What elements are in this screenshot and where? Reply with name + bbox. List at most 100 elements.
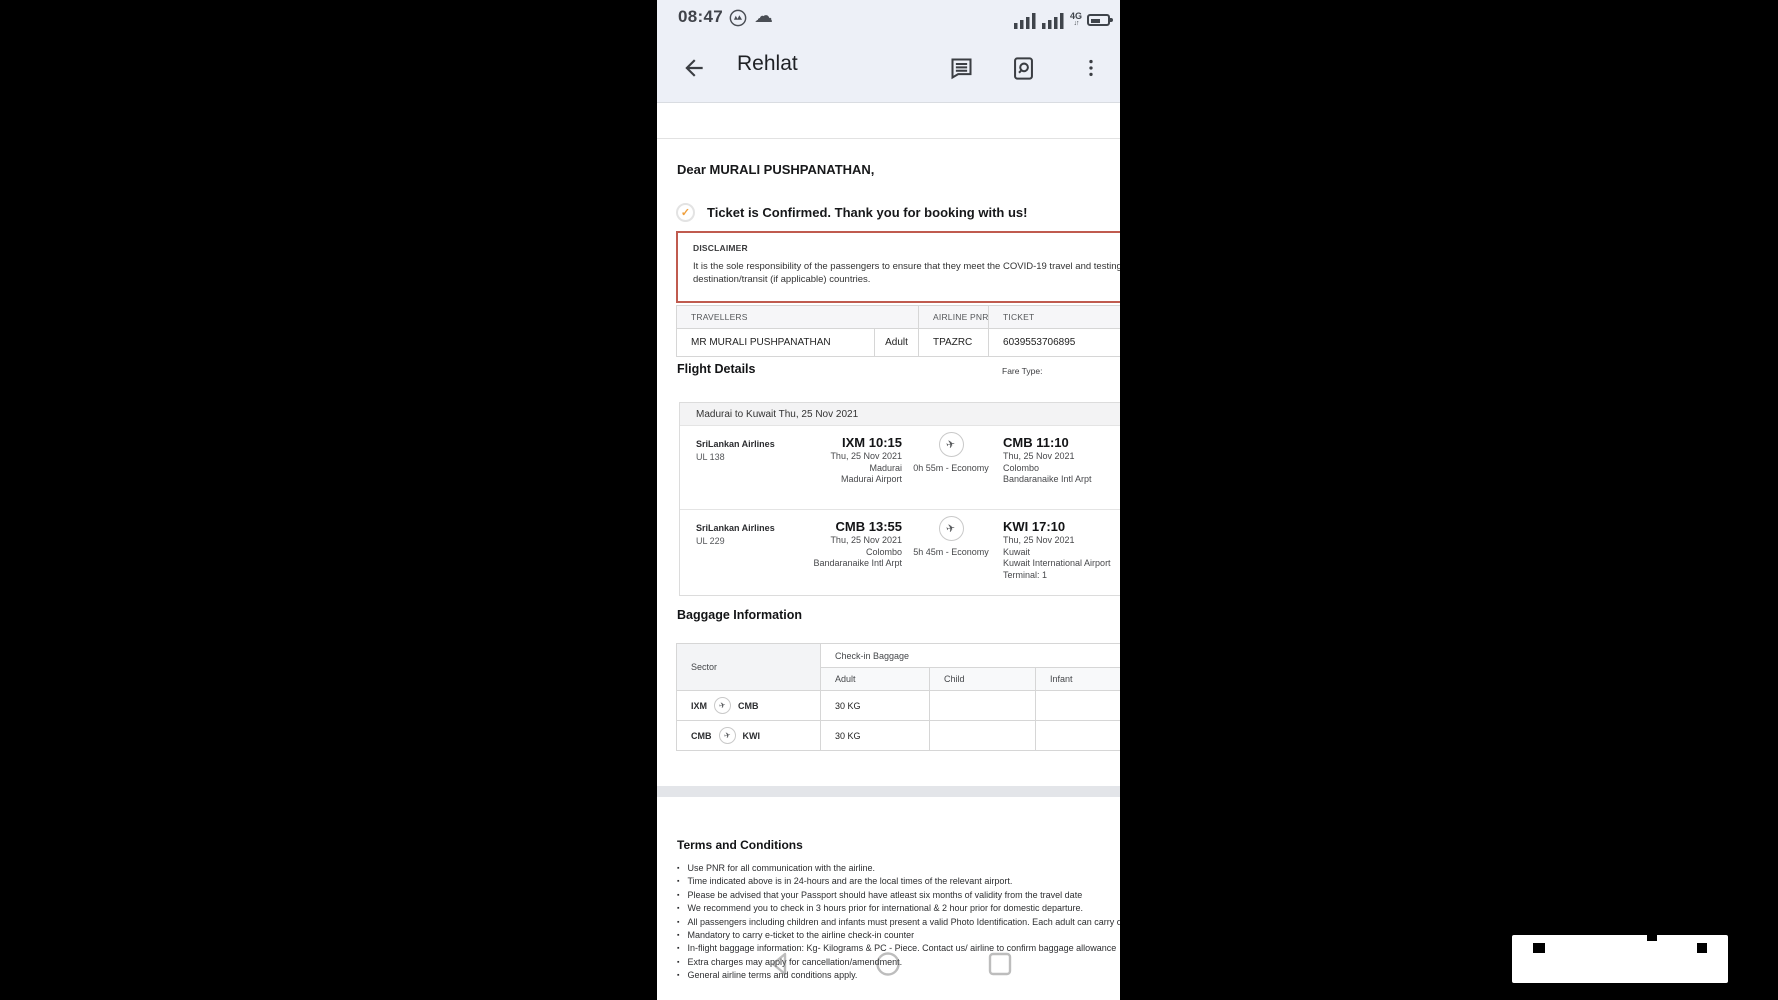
flight-details-heading: Flight Details bbox=[677, 362, 756, 376]
signal-icon-sim1 bbox=[1013, 13, 1036, 29]
adult-allowance: 30 KG bbox=[820, 720, 930, 751]
status-icons: 4G ↓↑ bbox=[1013, 7, 1113, 29]
departure-code-time: CMB 13:55 bbox=[835, 519, 902, 534]
airline-pnr-value: TPAZRC bbox=[918, 328, 990, 357]
plane-icon: ✈ bbox=[714, 697, 732, 714]
watermark-speck bbox=[1697, 943, 1707, 953]
email-greeting: Dear MURALI PUSHPANATHAN, bbox=[677, 162, 875, 177]
network-type-indicator: 4G ↓↑ bbox=[1069, 11, 1082, 28]
arrival-terminal: Terminal: 1 bbox=[1003, 569, 1048, 580]
comment-button[interactable] bbox=[943, 50, 979, 86]
arrival-city: Colombo bbox=[1003, 462, 1040, 473]
disclaimer-title: DISCLAIMER bbox=[693, 243, 748, 253]
sector-route: CMB ✈ KWI bbox=[691, 722, 820, 750]
flight-itinerary-card: Madurai to Kuwait Thu, 25 Nov 2021 SriLa… bbox=[679, 402, 1120, 596]
plane-icon: ✈ bbox=[938, 516, 964, 541]
sector-header: Sector bbox=[676, 643, 821, 691]
duration-class: 0h 55m - Economy bbox=[913, 463, 989, 473]
app-bar: Rehlat bbox=[657, 34, 1120, 103]
table-row: CMB ✈ KWI 30 KG bbox=[676, 720, 1120, 751]
infant-allowance bbox=[1035, 720, 1120, 751]
arrival-code-time: CMB 11:10 bbox=[1003, 435, 1069, 450]
duration-class: 5h 45m - Economy bbox=[913, 547, 989, 557]
confirmation-text: Ticket is Confirmed. Thank you for booki… bbox=[707, 205, 1028, 220]
nav-recents-button[interactable] bbox=[986, 950, 1014, 978]
watermark-box bbox=[1512, 935, 1728, 983]
departure-date: Thu, 25 Nov 2021 bbox=[830, 451, 902, 461]
child-header: Child bbox=[929, 667, 1036, 691]
ticket-number: 6039553706895 bbox=[988, 328, 1120, 357]
travellers-table: TRAVELLERS AIRLINE PNR TICKET MR MURALI … bbox=[676, 305, 1120, 357]
comment-icon bbox=[950, 57, 972, 79]
bullet-icon: ▪ bbox=[677, 958, 680, 966]
checkin-baggage-header: Check-in Baggage bbox=[820, 643, 1120, 668]
baggage-table: Sector Check-in Baggage Adult Child Infa… bbox=[676, 643, 1120, 751]
departure-airport: Bandaranaike Intl Arpt bbox=[813, 558, 902, 568]
airline-pnr-header: AIRLINE PNR bbox=[918, 305, 990, 329]
status-bar: 08:47 ☁ 4G ↓↑ bbox=[657, 0, 1120, 34]
bullet-icon: ▪ bbox=[677, 932, 680, 940]
arrival-airport: Bandaranaike Intl Arpt bbox=[1003, 474, 1092, 484]
ticket-header: TICKET bbox=[988, 305, 1120, 329]
nav-back-button[interactable] bbox=[766, 950, 794, 978]
bullet-icon: ▪ bbox=[677, 905, 680, 913]
find-in-document-icon bbox=[1013, 56, 1033, 80]
infant-allowance bbox=[1035, 690, 1120, 721]
nav-home-button[interactable] bbox=[874, 950, 902, 978]
departure-date: Thu, 25 Nov 2021 bbox=[830, 535, 902, 545]
overflow-menu-button[interactable] bbox=[1073, 50, 1109, 86]
baggage-heading: Baggage Information bbox=[677, 608, 803, 622]
watermark-notch bbox=[1647, 935, 1657, 941]
arrival-date: Thu, 25 Nov 2021 bbox=[1003, 535, 1075, 545]
flight-leg-1: SriLankan Airlines UL 138 IXM 10:15 Thu,… bbox=[680, 426, 1120, 509]
signal-icon-sim2 bbox=[1041, 13, 1064, 29]
infant-header: Infant bbox=[1035, 667, 1120, 691]
check-icon: ✓ bbox=[676, 203, 695, 222]
clock: 08:47 bbox=[678, 7, 723, 26]
terms-heading: Terms and Conditions bbox=[677, 838, 803, 852]
bullet-icon: ▪ bbox=[677, 878, 680, 886]
disclaimer-text-line1: It is the sole responsibility of the pas… bbox=[693, 261, 1120, 272]
disclaimer-text-line2: destination/transit (if applicable) coun… bbox=[693, 274, 871, 285]
list-item: ▪ Please be advised that your Passport sh… bbox=[677, 889, 1120, 902]
bullet-icon: ▪ bbox=[677, 945, 680, 953]
battery-icon bbox=[1087, 14, 1113, 26]
list-item: ▪ Use PNR for all communication with the … bbox=[677, 862, 1120, 875]
departure-city: Colombo bbox=[865, 546, 902, 557]
flight-leg-2: SriLankan Airlines UL 229 CMB 13:55 Thu,… bbox=[680, 509, 1120, 595]
departure-city: Madurai bbox=[869, 462, 902, 473]
table-row: MR MURALI PUSHPANATHAN Adult TPAZRC 6039… bbox=[676, 328, 1120, 357]
arrival-date: Thu, 25 Nov 2021 bbox=[1003, 451, 1075, 461]
child-allowance bbox=[929, 690, 1036, 721]
list-item: ▪ Time indicated above is in 24-hours and… bbox=[677, 875, 1120, 888]
list-item: ▪ Mandatory to carry e-ticket to the airl… bbox=[677, 929, 1120, 942]
back-arrow-icon bbox=[685, 59, 703, 77]
list-item: ▪ All passengers including children and i… bbox=[677, 916, 1120, 929]
travellers-header: TRAVELLERS bbox=[676, 305, 920, 329]
page-title: Rehlat bbox=[737, 52, 798, 75]
top-chrome: 08:47 ☁ 4G ↓↑ Rehlat bbox=[657, 0, 1120, 103]
traveller-name: MR MURALI PUSHPANATHAN bbox=[676, 328, 875, 357]
watermark-speck bbox=[1533, 943, 1545, 953]
plane-icon: ✈ bbox=[718, 727, 736, 744]
notification-app-icon bbox=[729, 9, 747, 27]
back-button[interactable] bbox=[675, 49, 713, 87]
bullet-icon: ▪ bbox=[677, 918, 680, 926]
phone-screen: 08:47 ☁ 4G ↓↑ Rehlat Dear MURALI PUSHPAN… bbox=[657, 0, 1120, 1000]
find-in-document-button[interactable] bbox=[1005, 50, 1041, 86]
fare-type-label: Fare Type: bbox=[1002, 366, 1043, 376]
arrival-city: Kuwait bbox=[1003, 546, 1031, 557]
page-gap bbox=[657, 786, 1120, 797]
arrival-code-time: KWI 17:10 bbox=[1003, 519, 1066, 534]
overflow-menu-icon bbox=[1089, 59, 1093, 77]
child-allowance bbox=[929, 720, 1036, 751]
traveller-type: Adult bbox=[873, 328, 920, 357]
departure-airport: Madurai Airport bbox=[840, 474, 902, 484]
route-header: Madurai to Kuwait Thu, 25 Nov 2021 bbox=[680, 403, 1120, 426]
table-row: IXM ✈ CMB 30 KG bbox=[676, 690, 1120, 721]
confirmation-row: ✓ Ticket is Confirmed. Thank you for boo… bbox=[676, 203, 1027, 222]
video-frame: 08:47 ☁ 4G ↓↑ Rehlat Dear MURALI PUSHPAN… bbox=[0, 0, 1778, 1000]
email-divider bbox=[657, 138, 1120, 139]
bullet-icon: ▪ bbox=[677, 865, 680, 872]
adult-header: Adult bbox=[820, 667, 930, 691]
